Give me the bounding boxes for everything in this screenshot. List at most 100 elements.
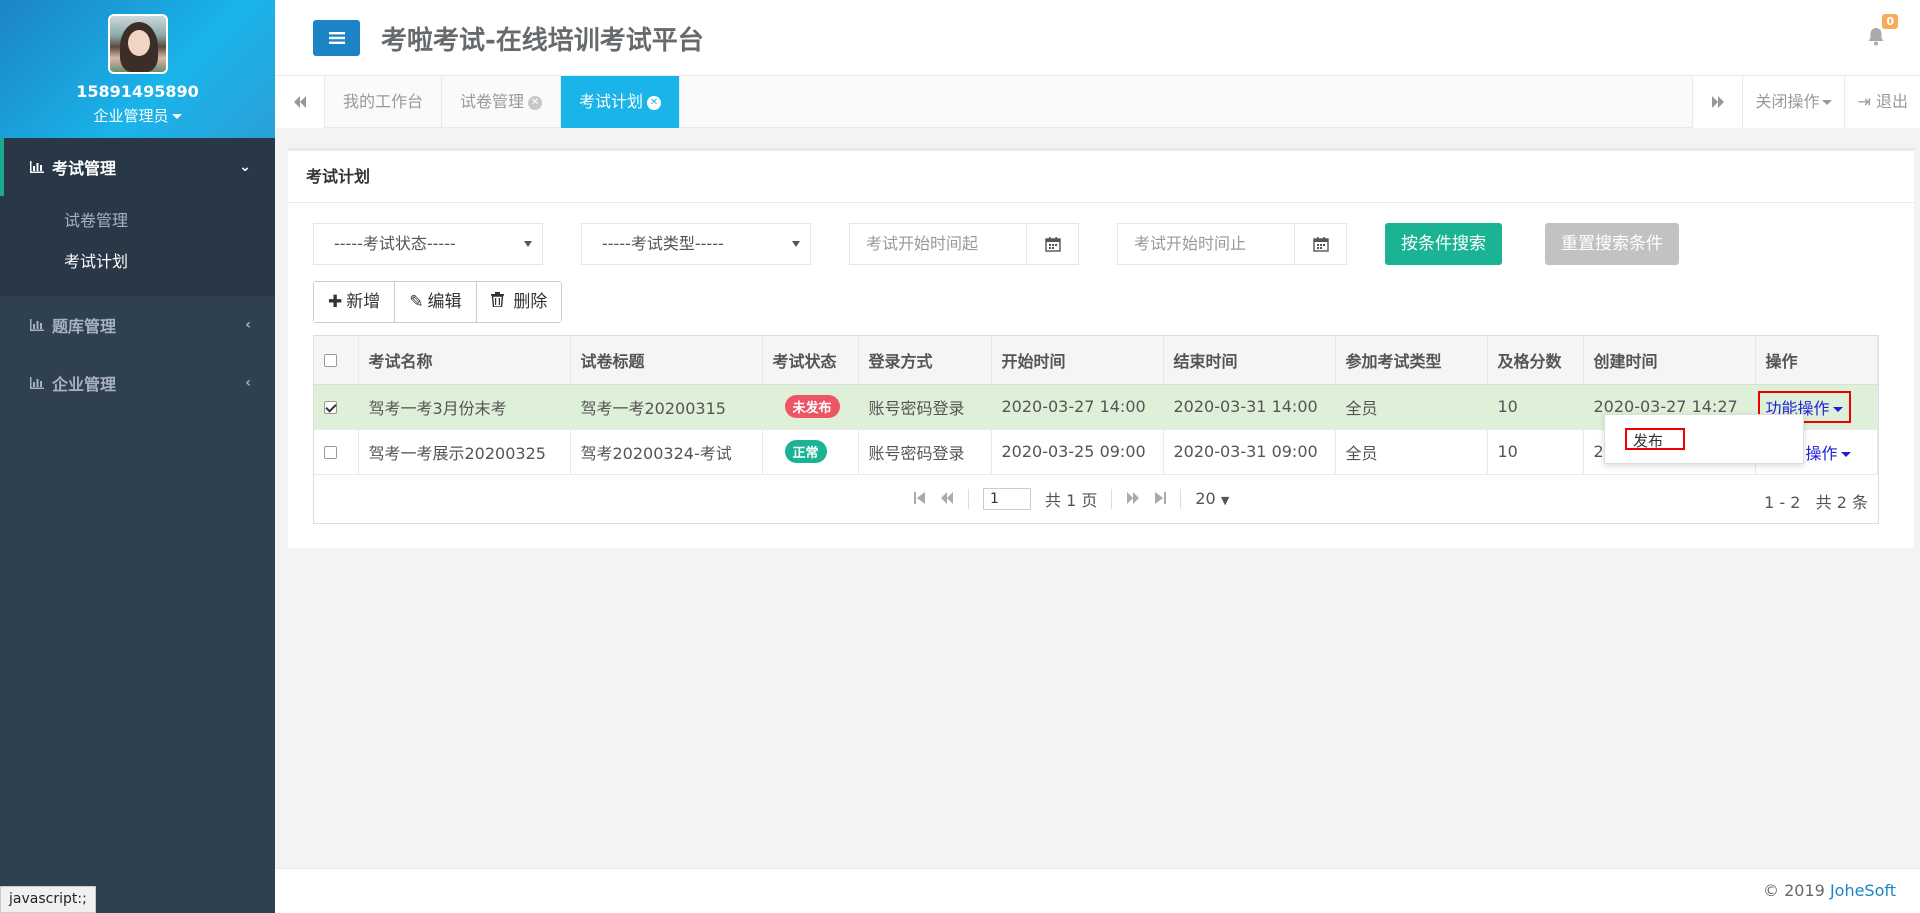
first-page-icon[interactable] [914, 489, 926, 508]
prev-page-icon[interactable] [940, 489, 954, 508]
notification-bell[interactable]: 0 [1866, 14, 1898, 46]
col-paper-title[interactable]: 试卷标题 [570, 336, 763, 385]
caret-down-icon [1840, 451, 1851, 457]
page-number-input[interactable]: 1 [983, 487, 1031, 510]
exam-name-cell: 驾考一考3月份末考 [358, 384, 571, 430]
col-participant-type[interactable]: 参加考试类型 [1335, 336, 1488, 385]
start-time-to-input[interactable]: 考试开始时间止 [1117, 223, 1347, 265]
tab-scroll-right-button[interactable] [1692, 76, 1743, 128]
pencil-icon: ✎ [409, 292, 424, 312]
exam-status-select[interactable]: -----考试状态----- [313, 223, 543, 265]
copyright: © 2019 JoheSoft [1763, 881, 1896, 900]
logout-button[interactable]: ⇥ 退出 [1844, 76, 1920, 128]
trash-icon [490, 292, 510, 312]
bar-chart-icon [30, 316, 44, 335]
app-title: 考啦考试-在线培训考试平台 [381, 26, 704, 56]
col-operations: 操作 [1755, 336, 1878, 385]
col-created-time[interactable]: 创建时间 [1583, 336, 1756, 385]
double-right-icon [1711, 93, 1725, 112]
sidebar-item-exam-plan[interactable]: 考试计划 [0, 241, 275, 282]
col-exam-name[interactable]: 考试名称 [358, 336, 571, 385]
add-button[interactable]: ✚ 新增 [314, 282, 396, 322]
main-content: 考试计划 -----考试状态----- -----考试类型----- 考试开始时… [275, 128, 1920, 868]
reset-search-button[interactable]: 重置搜索条件 [1545, 223, 1679, 265]
col-start-time[interactable]: 开始时间 [991, 336, 1164, 385]
menu-head-exam-management[interactable]: 考试管理 ⌄ [0, 138, 275, 196]
action-toolbar: ✚ 新增 ✎ 编辑 删除 [313, 281, 563, 323]
tab-paper-management[interactable]: 试卷管理 ✕ [442, 76, 562, 128]
page-size-select[interactable]: 20 ▼ [1195, 489, 1229, 508]
chevron-left-icon: ‹ [245, 375, 251, 391]
login-method-cell: 账号密码登录 [858, 429, 992, 475]
row-checkbox[interactable] [324, 401, 337, 414]
double-left-icon [293, 93, 307, 112]
brand-link[interactable]: JoheSoft [1830, 881, 1896, 900]
edit-button[interactable]: ✎ 编辑 [395, 282, 477, 322]
close-operations-dropdown[interactable]: 关闭操作 [1742, 76, 1845, 128]
paper-title-cell: 驾考一考20200315 [570, 384, 763, 430]
caret-down-icon [524, 241, 532, 247]
col-login-method[interactable]: 登录方式 [858, 336, 992, 385]
sign-out-icon: ⇥ [1857, 92, 1871, 111]
notification-badge: 0 [1882, 14, 1898, 29]
exam-plan-panel: 考试计划 -----考试状态----- -----考试类型----- 考试开始时… [288, 148, 1914, 548]
exam-type-select[interactable]: -----考试类型----- [581, 223, 811, 265]
tab-scroll-left-button[interactable] [275, 76, 325, 128]
table-header-row: 考试名称 试卷标题 考试状态 登录方式 开始时间 结束时间 参加考试类型 及格分… [314, 336, 1878, 385]
menu-enterprise: 企业管理 ‹ [0, 354, 275, 412]
participant-type-cell: 全员 [1335, 384, 1488, 430]
close-icon[interactable]: ✕ [528, 95, 543, 110]
login-method-cell: 账号密码登录 [858, 384, 992, 430]
caret-down-icon [792, 241, 800, 247]
status-badge: 正常 [784, 440, 827, 463]
last-page-icon[interactable] [1154, 489, 1167, 508]
participant-type-cell: 全员 [1335, 429, 1488, 475]
tabs-right-controls: 关闭操作 ⇥ 退出 [1692, 76, 1920, 128]
browser-status-bar: javascript:; [0, 886, 96, 913]
status-badge: 未发布 [784, 395, 840, 418]
calendar-icon[interactable] [1026, 224, 1078, 264]
select-all-cell [314, 336, 359, 385]
chevron-down-icon: ⌄ [239, 159, 251, 175]
caret-down-icon: ▼ [1220, 494, 1230, 507]
paper-title-cell: 驾考20200324-考试 [570, 429, 763, 475]
select-all-checkbox[interactable] [324, 354, 337, 368]
avatar[interactable] [107, 14, 168, 74]
sidebar: 15891495890 企业管理员 考试管理 ⌄ 试卷管理 考试计划 题库管理 … [0, 0, 275, 913]
start-time-cell: 2020-03-27 14:00 [991, 384, 1164, 430]
caret-down-icon [1822, 100, 1833, 105]
row-checkbox[interactable] [324, 446, 337, 459]
start-time-from-input[interactable]: 考试开始时间起 [849, 223, 1079, 265]
caret-down-icon [1832, 406, 1843, 412]
sidebar-item-paper-management[interactable]: 试卷管理 [0, 200, 275, 241]
start-time-cell: 2020-03-25 09:00 [991, 429, 1164, 475]
col-exam-status[interactable]: 考试状态 [762, 336, 859, 385]
close-icon[interactable]: ✕ [647, 95, 662, 110]
pager: 1 共 1 页 20 ▼ [914, 487, 1229, 511]
calendar-icon[interactable] [1294, 224, 1346, 264]
next-page-icon[interactable] [1126, 489, 1140, 508]
pass-score-cell: 10 [1487, 384, 1584, 430]
tab-exam-plan[interactable]: 考试计划 ✕ [561, 76, 681, 128]
publish-menu-item[interactable]: 发布 [1625, 428, 1685, 450]
menu-question-bank: 题库管理 ‹ [0, 296, 275, 354]
chevron-left-icon: ‹ [245, 317, 251, 333]
menu-head-enterprise[interactable]: 企业管理 ‹ [0, 354, 275, 412]
menu-exam-management: 考试管理 ⌄ 试卷管理 考试计划 [0, 138, 275, 296]
bar-chart-icon [30, 158, 44, 177]
col-end-time[interactable]: 结束时间 [1163, 336, 1336, 385]
top-header: 考啦考试-在线培训考试平台 0 [275, 0, 1920, 76]
function-ops-menu: 发布 [1604, 414, 1804, 464]
pass-score-cell: 10 [1487, 429, 1584, 475]
function-ops-dropdown[interactable]: 操作 [1800, 438, 1857, 466]
menu-toggle-button[interactable] [313, 20, 360, 56]
tabs-bar: 我的工作台 试卷管理 ✕ 考试计划 ✕ 关闭操作 ⇥ 退出 [275, 76, 1920, 128]
exam-name-cell: 驾考一考展示20200325 [358, 429, 571, 475]
delete-button[interactable]: 删除 [476, 282, 562, 322]
menu-head-question-bank[interactable]: 题库管理 ‹ [0, 296, 275, 354]
col-pass-score[interactable]: 及格分数 [1487, 336, 1584, 385]
pagination: 1 共 1 页 20 ▼ 1 - 2 共 2 条 [314, 475, 1878, 523]
search-button[interactable]: 按条件搜索 [1385, 223, 1502, 265]
user-role-dropdown[interactable]: 企业管理员 [0, 105, 275, 126]
tab-workbench[interactable]: 我的工作台 [325, 76, 443, 128]
